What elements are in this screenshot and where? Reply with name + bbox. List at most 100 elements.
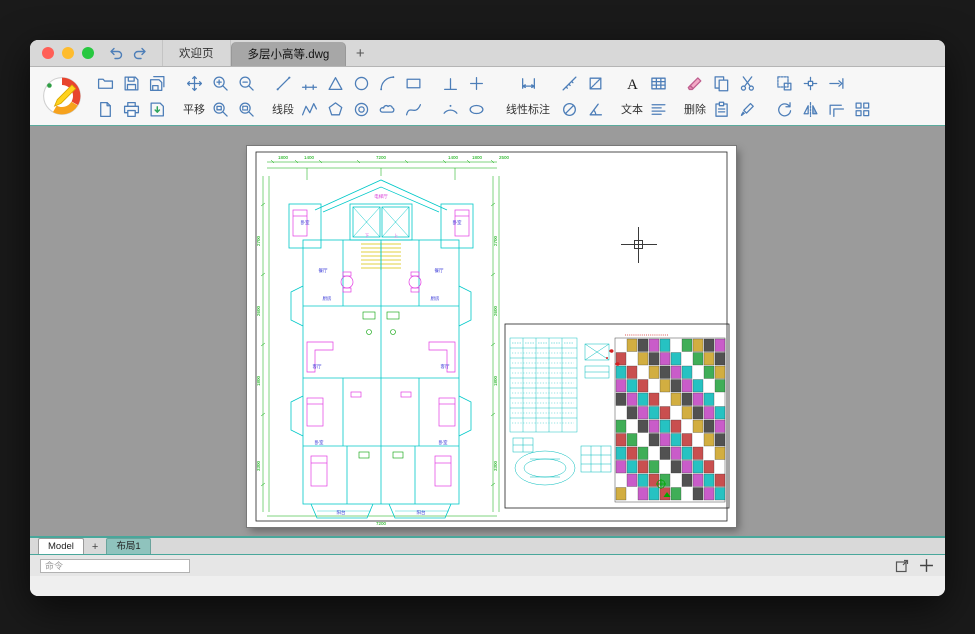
mirror-icon[interactable] bbox=[797, 96, 823, 122]
svg-text:1400: 1400 bbox=[448, 155, 459, 160]
donut-icon[interactable] bbox=[348, 96, 374, 122]
close-button[interactable] bbox=[42, 47, 54, 59]
paste-icon[interactable] bbox=[708, 96, 734, 122]
save-icon[interactable] bbox=[118, 70, 144, 96]
svg-text:1800: 1800 bbox=[472, 155, 483, 160]
svg-text:阳台: 阳台 bbox=[337, 509, 346, 516]
svg-text:电梯厅: 电梯厅 bbox=[374, 193, 388, 200]
polygon-icon[interactable] bbox=[322, 96, 348, 122]
tab-layout1[interactable]: 布局1 bbox=[106, 538, 150, 554]
svg-text:1800: 1800 bbox=[278, 155, 289, 160]
table-tool-icon[interactable] bbox=[645, 70, 671, 96]
circle-icon[interactable] bbox=[348, 70, 374, 96]
desktop-background: 欢迎页多层小高等.dwg + 平移 线段 线性标注 A 文本 删除 bbox=[0, 0, 975, 634]
print-icon[interactable] bbox=[118, 96, 144, 122]
rectangle-icon[interactable] bbox=[400, 70, 426, 96]
pan-tool-icon[interactable] bbox=[181, 70, 207, 96]
point-icon[interactable] bbox=[463, 70, 489, 96]
linear-dimension-label[interactable]: 线性标注 bbox=[500, 96, 556, 122]
revision-cloud-icon[interactable] bbox=[374, 96, 400, 122]
format-brush-icon[interactable] bbox=[734, 96, 760, 122]
export-icon[interactable] bbox=[144, 96, 170, 122]
crosshair-cursor bbox=[621, 227, 657, 263]
perpendicular-icon[interactable] bbox=[437, 70, 463, 96]
svg-text:厨房: 厨房 bbox=[431, 295, 440, 302]
construction-line-icon[interactable] bbox=[296, 70, 322, 96]
layout-tabbar: Model + 布局1 bbox=[30, 536, 945, 555]
doc-tab-1[interactable]: 欢迎页 bbox=[162, 40, 231, 66]
svg-text:厨房: 厨房 bbox=[323, 295, 332, 302]
crosshair-toggle-icon[interactable] bbox=[918, 557, 935, 574]
undo-icon[interactable] bbox=[104, 40, 128, 66]
measure-icon[interactable] bbox=[556, 70, 582, 96]
svg-text:餐厅: 餐厅 bbox=[435, 267, 444, 274]
paper-sheet: 1800 1400 7200 1400 1800 2500 7200 2700 … bbox=[247, 146, 736, 527]
svg-text:2600: 2600 bbox=[493, 305, 498, 316]
svg-text:卧室: 卧室 bbox=[315, 439, 324, 446]
zoom-window-icon[interactable] bbox=[233, 96, 259, 122]
line-tool-icon[interactable] bbox=[270, 70, 296, 96]
save-as-icon[interactable] bbox=[144, 70, 170, 96]
align-icon[interactable] bbox=[645, 96, 671, 122]
delete-label[interactable]: 删除 bbox=[682, 96, 708, 122]
toolbar: 平移 线段 线性标注 A 文本 删除 bbox=[30, 67, 945, 126]
angle-dimension-icon[interactable] bbox=[582, 96, 608, 122]
rotate-icon[interactable] bbox=[771, 96, 797, 122]
block-library bbox=[616, 339, 725, 500]
add-layout-button[interactable]: + bbox=[86, 541, 104, 554]
three-point-arc-icon[interactable] bbox=[437, 96, 463, 122]
open-file-icon[interactable] bbox=[92, 70, 118, 96]
zoom-extents-icon[interactable] bbox=[207, 96, 233, 122]
new-file-icon[interactable] bbox=[92, 96, 118, 122]
scale-icon[interactable] bbox=[771, 70, 797, 96]
offset-icon[interactable] bbox=[823, 96, 849, 122]
svg-text:2700: 2700 bbox=[493, 235, 498, 246]
svg-text:下: 下 bbox=[365, 233, 369, 238]
text-tool-icon[interactable]: A bbox=[619, 70, 645, 96]
staircase bbox=[361, 242, 401, 270]
redo-icon[interactable] bbox=[128, 40, 152, 66]
linear-dimension-icon[interactable] bbox=[500, 70, 556, 96]
titlebar: 欢迎页多层小高等.dwg + bbox=[30, 40, 945, 67]
zoom-out-icon[interactable] bbox=[233, 70, 259, 96]
svg-text:3300: 3300 bbox=[493, 460, 498, 471]
command-bar bbox=[30, 555, 945, 576]
array-icon[interactable] bbox=[849, 96, 875, 122]
line-label[interactable]: 线段 bbox=[270, 96, 296, 122]
building-walls bbox=[289, 180, 473, 518]
extend-icon[interactable] bbox=[823, 70, 849, 96]
svg-text:1800: 1800 bbox=[493, 375, 498, 386]
svg-text:A: A bbox=[627, 76, 638, 91]
external-link-icon[interactable] bbox=[893, 557, 910, 574]
spline-icon[interactable] bbox=[400, 96, 426, 122]
svg-text:1800: 1800 bbox=[256, 375, 261, 386]
zoom-in-icon[interactable] bbox=[207, 70, 233, 96]
pan-label[interactable]: 平移 bbox=[181, 96, 207, 122]
erase-tool-icon[interactable] bbox=[682, 70, 708, 96]
copy-icon[interactable] bbox=[708, 70, 734, 96]
area-measure-icon[interactable] bbox=[582, 70, 608, 96]
dimension-text: 1800 1400 7200 1400 1800 2500 7200 2700 … bbox=[256, 155, 510, 526]
app-logo[interactable] bbox=[38, 72, 86, 120]
cut-icon[interactable] bbox=[734, 70, 760, 96]
new-tab-button[interactable]: + bbox=[346, 40, 374, 66]
diameter-dimension-icon[interactable] bbox=[556, 96, 582, 122]
text-label[interactable]: 文本 bbox=[619, 96, 645, 122]
drawing-canvas[interactable]: 1800 1400 7200 1400 1800 2500 7200 2700 … bbox=[30, 126, 945, 536]
arc-icon[interactable] bbox=[374, 70, 400, 96]
explode-icon[interactable] bbox=[797, 70, 823, 96]
maximize-button[interactable] bbox=[82, 47, 94, 59]
triangle-icon[interactable] bbox=[322, 70, 348, 96]
tab-model[interactable]: Model bbox=[38, 538, 84, 554]
window-footer bbox=[30, 576, 945, 596]
svg-text:上: 上 bbox=[394, 232, 398, 238]
command-input[interactable] bbox=[40, 559, 190, 573]
pickbox bbox=[634, 240, 643, 249]
polyline-icon[interactable] bbox=[296, 96, 322, 122]
svg-text:餐厅: 餐厅 bbox=[319, 267, 328, 274]
minimize-button[interactable] bbox=[62, 47, 74, 59]
doc-tab-2[interactable]: 多层小高等.dwg bbox=[231, 42, 347, 66]
svg-text:2500: 2500 bbox=[499, 155, 510, 160]
svg-text:2600: 2600 bbox=[256, 305, 261, 316]
ellipse-icon[interactable] bbox=[463, 96, 489, 122]
